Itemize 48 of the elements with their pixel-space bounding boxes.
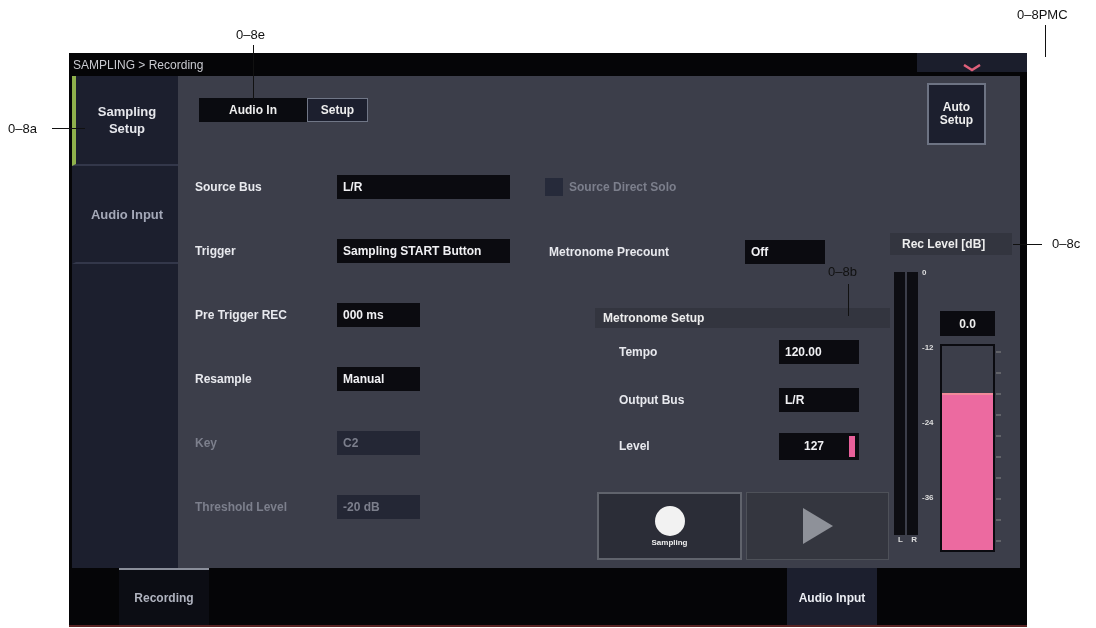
setup-button[interactable]: Setup — [307, 98, 368, 122]
value-field[interactable]: L/R — [337, 175, 510, 199]
chevron-down-icon — [963, 64, 981, 72]
callout-label: 0–8c — [1052, 236, 1081, 251]
leader-line — [848, 284, 849, 316]
play-button[interactable] — [746, 492, 889, 560]
field-label: Trigger — [195, 244, 237, 258]
value-field[interactable]: Manual — [337, 367, 420, 391]
scale-label: -12 — [922, 343, 934, 352]
section-header: Metronome Setup — [595, 308, 890, 328]
value-field[interactable]: 000 ms — [337, 303, 420, 327]
page-menu-button[interactable] — [917, 53, 1027, 72]
circle-icon — [654, 505, 685, 536]
rec-level-bar[interactable] — [940, 344, 995, 552]
field-label: Pre Trigger REC — [195, 308, 289, 322]
field-label: Resample — [195, 372, 253, 386]
scale-label: -36 — [922, 493, 934, 502]
page-tab[interactable]: Audio Input — [787, 568, 877, 625]
field-label: Tempo — [619, 345, 659, 359]
value-field[interactable]: Sampling START Button — [337, 239, 510, 263]
level-field[interactable]: 127 — [779, 432, 859, 460]
section-title: Audio In — [199, 98, 307, 122]
leader-line — [1045, 25, 1046, 57]
channel-label: L — [898, 535, 903, 544]
play-icon — [802, 508, 833, 544]
breadcrumb: SAMPLING > Recording — [72, 57, 204, 72]
field-label: Metronome Precount — [549, 245, 670, 259]
field-label: Output Bus — [619, 393, 686, 407]
channel-label: R — [911, 535, 917, 544]
meter-title: Rec Level [dB] — [890, 233, 1012, 255]
callout-label: 0–8PMC — [1017, 7, 1068, 22]
value-field[interactable]: Off — [745, 240, 825, 264]
sampling-button[interactable]: Sampling — [597, 492, 742, 560]
field-label: Level — [619, 439, 651, 453]
field-label: Key — [195, 436, 218, 450]
field-label: Threshold Level — [195, 500, 289, 514]
value-field[interactable]: 120.00 — [779, 340, 859, 364]
level-value: 0.0 — [940, 311, 995, 336]
callout-label: 0–8b — [828, 264, 857, 279]
field-label: Source Bus — [195, 180, 263, 194]
checkbox-label: Source Direct Solo — [569, 180, 678, 194]
scale-label: 0 — [922, 268, 927, 277]
value-field[interactable]: L/R — [779, 388, 859, 412]
callout-label: 0–8a — [8, 121, 37, 136]
page-tab[interactable]: Recording — [119, 568, 209, 625]
callout-label: 0–8e — [236, 27, 265, 42]
scale-label: -24 — [922, 418, 934, 427]
auto-setup-button[interactable]: Auto Setup — [927, 83, 986, 145]
